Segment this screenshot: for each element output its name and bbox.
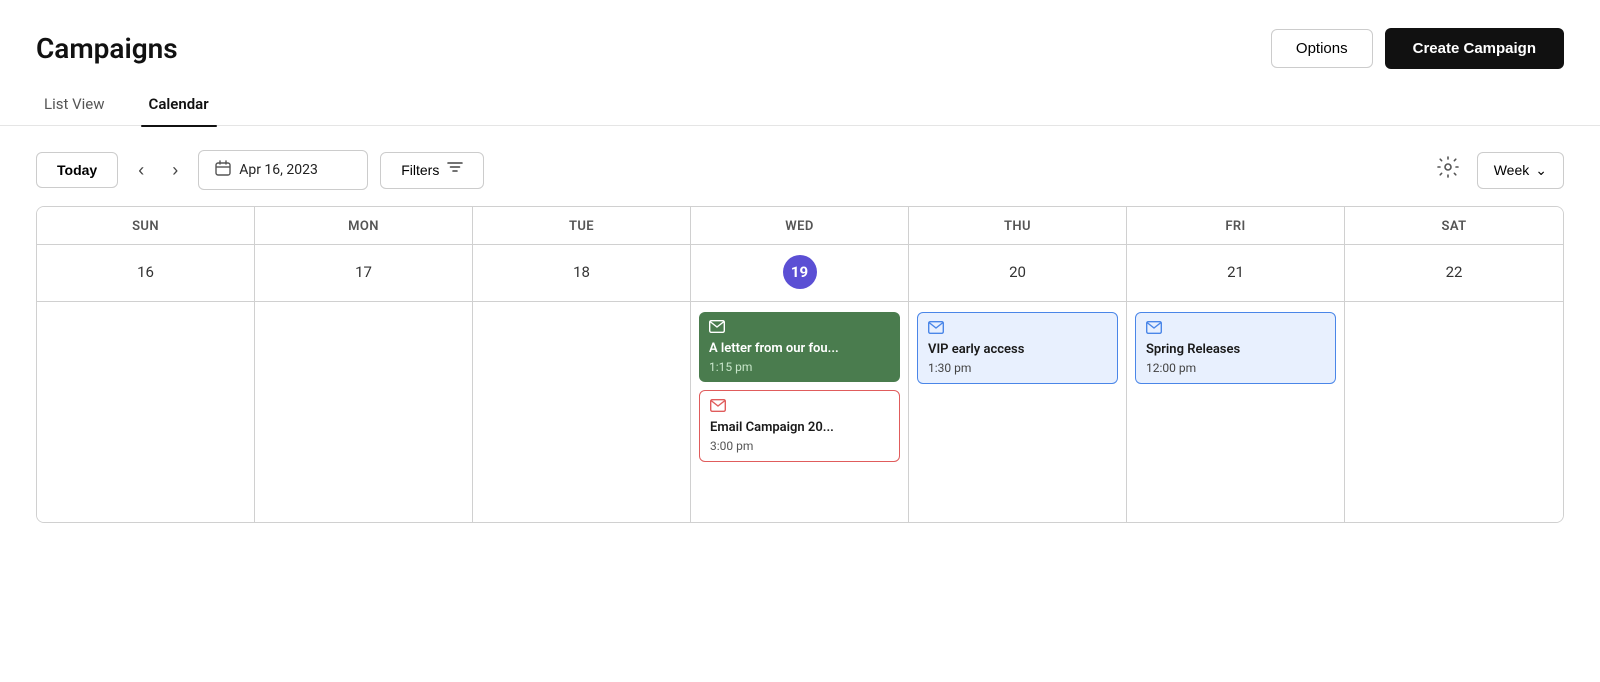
filters-button[interactable]: Filters xyxy=(380,152,484,189)
chevron-right-icon: › xyxy=(172,160,178,180)
calendar-grid: SUN MON TUE WED THU FRI SAT 16 17 18 19 … xyxy=(36,206,1564,523)
options-button[interactable]: Options xyxy=(1271,29,1373,68)
event-card-wed-1[interactable]: A letter from our fou... 1:15 pm xyxy=(699,312,900,382)
event-time-wed-2: 3:00 pm xyxy=(710,439,889,453)
day-header-mon: MON xyxy=(255,207,473,244)
event-time-thu-1: 1:30 pm xyxy=(928,361,1107,375)
tabs-bar: List View Calendar xyxy=(0,85,1600,126)
settings-button[interactable] xyxy=(1431,150,1465,190)
date-num-thu: 20 xyxy=(1009,263,1026,281)
day-header-fri: FRI xyxy=(1127,207,1345,244)
mail-icon-blue-thu xyxy=(928,321,944,334)
events-mon xyxy=(255,302,473,522)
filter-icon xyxy=(447,162,463,179)
calendar-wrap: SUN MON TUE WED THU FRI SAT 16 17 18 19 … xyxy=(0,206,1600,523)
event-title-fri-1: Spring Releases xyxy=(1146,342,1325,359)
tab-calendar[interactable]: Calendar xyxy=(141,85,217,125)
date-cell-thu[interactable]: 20 xyxy=(909,245,1127,301)
day-header-tue: TUE xyxy=(473,207,691,244)
event-time-wed-1: 1:15 pm xyxy=(709,360,890,374)
day-header-sun: SUN xyxy=(37,207,255,244)
date-cell-sun[interactable]: 16 xyxy=(37,245,255,301)
calendar-header-row: SUN MON TUE WED THU FRI SAT xyxy=(37,207,1563,245)
events-tue xyxy=(473,302,691,522)
date-num-tue: 18 xyxy=(573,263,590,281)
gear-icon xyxy=(1437,161,1459,183)
mail-icon xyxy=(709,320,725,333)
date-cell-tue[interactable]: 18 xyxy=(473,245,691,301)
event-card-wed-2[interactable]: Email Campaign 20... 3:00 pm xyxy=(699,390,900,462)
week-selector-button[interactable]: Week ⌄ xyxy=(1477,152,1564,189)
event-card-fri-1[interactable]: Spring Releases 12:00 pm xyxy=(1135,312,1336,384)
date-num-wed-today: 19 xyxy=(783,255,817,289)
date-num-fri: 21 xyxy=(1227,263,1244,281)
event-card-thu-1[interactable]: VIP early access 1:30 pm xyxy=(917,312,1118,384)
date-num-mon: 17 xyxy=(355,263,372,281)
week-label: Week xyxy=(1494,162,1530,178)
event-title-thu-1: VIP early access xyxy=(928,342,1107,359)
date-cell-mon[interactable]: 17 xyxy=(255,245,473,301)
day-header-sat: SAT xyxy=(1345,207,1563,244)
date-cell-sat[interactable]: 22 xyxy=(1345,245,1563,301)
day-header-wed: WED xyxy=(691,207,909,244)
event-title-wed-1: A letter from our fou... xyxy=(709,341,890,358)
selected-date: Apr 16, 2023 xyxy=(239,162,318,178)
date-num-sat: 22 xyxy=(1446,263,1463,281)
tab-list-view[interactable]: List View xyxy=(36,85,113,125)
event-title-wed-2: Email Campaign 20... xyxy=(710,420,889,437)
events-fri: Spring Releases 12:00 pm xyxy=(1127,302,1345,522)
next-nav-button[interactable]: › xyxy=(164,154,186,187)
calendar-dates-row: 16 17 18 19 20 21 22 xyxy=(37,245,1563,302)
header-actions: Options Create Campaign xyxy=(1271,28,1564,69)
calendar-events-row: A letter from our fou... 1:15 pm Email C… xyxy=(37,302,1563,522)
prev-nav-button[interactable]: ‹ xyxy=(130,154,152,187)
page-title: Campaigns xyxy=(36,32,178,65)
page-header: Campaigns Options Create Campaign xyxy=(0,0,1600,85)
mail-icon-blue-fri xyxy=(1146,321,1162,334)
event-time-fri-1: 12:00 pm xyxy=(1146,361,1325,375)
chevron-down-icon: ⌄ xyxy=(1535,162,1547,179)
events-sun xyxy=(37,302,255,522)
date-picker[interactable]: Apr 16, 2023 xyxy=(198,150,368,190)
calendar-icon xyxy=(215,160,231,180)
chevron-left-icon: ‹ xyxy=(138,160,144,180)
create-campaign-button[interactable]: Create Campaign xyxy=(1385,28,1564,69)
date-cell-fri[interactable]: 21 xyxy=(1127,245,1345,301)
date-cell-wed[interactable]: 19 xyxy=(691,245,909,301)
day-header-thu: THU xyxy=(909,207,1127,244)
events-wed: A letter from our fou... 1:15 pm Email C… xyxy=(691,302,909,522)
date-num-sun: 16 xyxy=(137,263,154,281)
today-button[interactable]: Today xyxy=(36,152,118,188)
events-thu: VIP early access 1:30 pm xyxy=(909,302,1127,522)
calendar-controls: Today ‹ › Apr 16, 2023 Filters xyxy=(0,126,1600,206)
events-sat xyxy=(1345,302,1563,522)
mail-icon-red xyxy=(710,399,726,412)
filters-label: Filters xyxy=(401,162,439,178)
